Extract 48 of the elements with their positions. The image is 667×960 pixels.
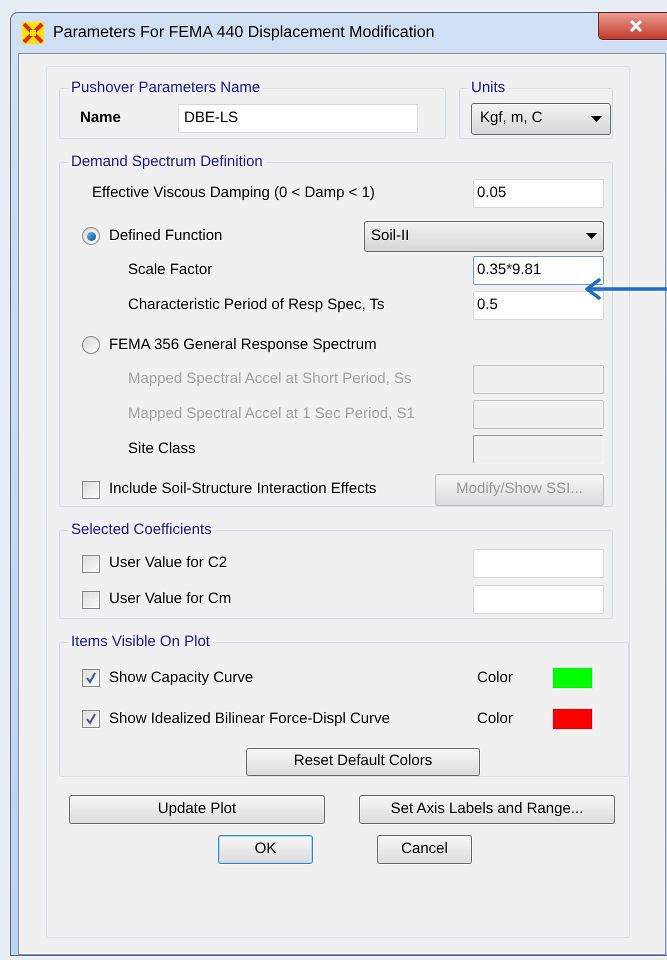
- button[interactable]: Cancel: [377, 835, 472, 864]
- checkbox-label: Include Soil-Structure Interaction Effects: [109, 479, 376, 500]
- radio-button[interactable]: [82, 336, 100, 354]
- checkbox[interactable]: [82, 590, 100, 608]
- group-title: Demand Spectrum Definition: [70, 152, 264, 172]
- window-title: Parameters For FEMA 440 Displacement Modification: [53, 23, 434, 43]
- close-button[interactable]: [598, 12, 667, 40]
- color-label: Color: [477, 668, 514, 688]
- group-title: Items Visible On Plot: [70, 632, 211, 652]
- radio-button[interactable]: [82, 227, 100, 245]
- color-label: Color: [477, 708, 514, 729]
- checkbox-label: Show Idealized Bilinear Force-Displ Curve: [109, 708, 391, 729]
- app-icon: [21, 21, 45, 45]
- close-icon: [629, 20, 643, 32]
- button[interactable]: Reset Default Colors: [246, 748, 480, 776]
- checkbox[interactable]: [82, 710, 100, 728]
- button[interactable]: Set Axis Labels and Range...: [359, 795, 615, 824]
- radio-label: FEMA 356 General Response Spectrum: [109, 334, 377, 355]
- field-label: Mapped Spectral Accel at 1 Sec Period, S1: [128, 404, 415, 424]
- input-field[interactable]: 0.35*9.81: [473, 256, 604, 284]
- field-label: Effective Viscous Damping (0 < Damp < 1): [92, 183, 375, 204]
- caret-icon: [586, 233, 597, 239]
- field-label: Characteristic Period of Resp Spec, Ts: [128, 294, 385, 315]
- field-label: Scale Factor: [128, 260, 212, 280]
- checkbox-label: Show Capacity Curve: [109, 668, 254, 688]
- checkbox-label: User Value for Cm: [109, 589, 232, 610]
- function-dropdown[interactable]: Soil-II: [364, 220, 604, 252]
- checkbox[interactable]: [82, 669, 100, 687]
- input-field[interactable]: DBE-LS: [178, 104, 418, 132]
- input-field[interactable]: 0.05: [473, 179, 604, 208]
- field-label: Name: [80, 108, 122, 128]
- button[interactable]: OK: [218, 835, 313, 864]
- radio-label: Defined Function: [109, 226, 222, 246]
- button[interactable]: Update Plot: [69, 795, 325, 824]
- caret-icon: [591, 116, 602, 122]
- group-title: Pushover Parameters Name: [70, 78, 262, 98]
- color-swatch[interactable]: [552, 667, 593, 689]
- checkbox-label: User Value for C2: [109, 553, 228, 574]
- input-field[interactable]: 0.5: [473, 290, 604, 320]
- group-title: Units: [470, 78, 506, 98]
- checkbox[interactable]: [82, 554, 100, 572]
- field-label: Mapped Spectral Accel at Short Period, Ss: [128, 368, 412, 389]
- checkbox[interactable]: [82, 480, 100, 498]
- field-label: Site Class: [128, 438, 196, 459]
- units-dropdown[interactable]: Kgf, m, C: [471, 102, 611, 134]
- color-swatch[interactable]: [552, 708, 593, 730]
- input-field[interactable]: [473, 434, 604, 464]
- group-title: Selected Coefficients: [70, 520, 213, 540]
